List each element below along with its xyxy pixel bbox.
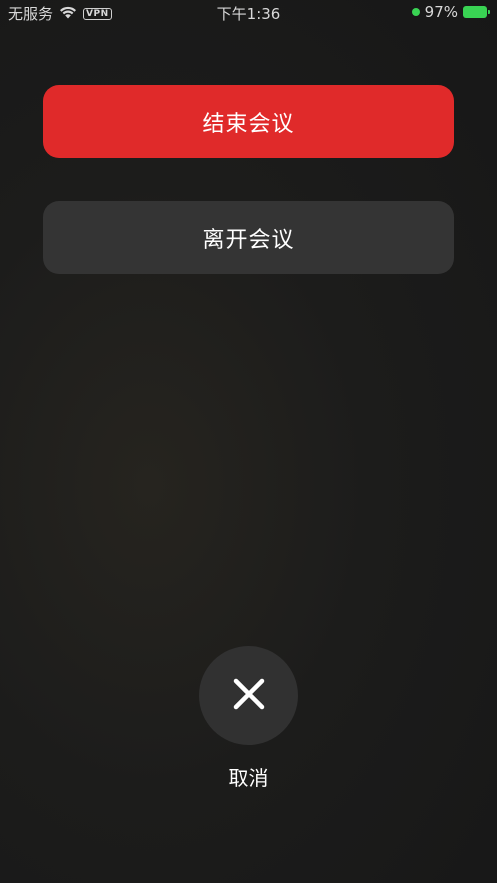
battery-charging-icon (463, 6, 490, 18)
battery-percent: 97% (424, 3, 458, 21)
leave-meeting-button[interactable]: 离开会议 (43, 201, 454, 274)
recording-dot-icon (411, 8, 420, 16)
status-bar: 无服务 VPN 下午1:36 97% (0, 0, 497, 28)
leave-meeting-label: 离开会议 (202, 227, 295, 253)
end-meeting-label: 结束会议 (202, 111, 295, 137)
cancel-label: 取消 (228, 766, 269, 790)
cancel-button[interactable] (199, 646, 298, 745)
close-icon (232, 677, 266, 715)
status-right: 97% (411, 3, 490, 21)
end-meeting-button[interactable]: 结束会议 (43, 85, 454, 158)
